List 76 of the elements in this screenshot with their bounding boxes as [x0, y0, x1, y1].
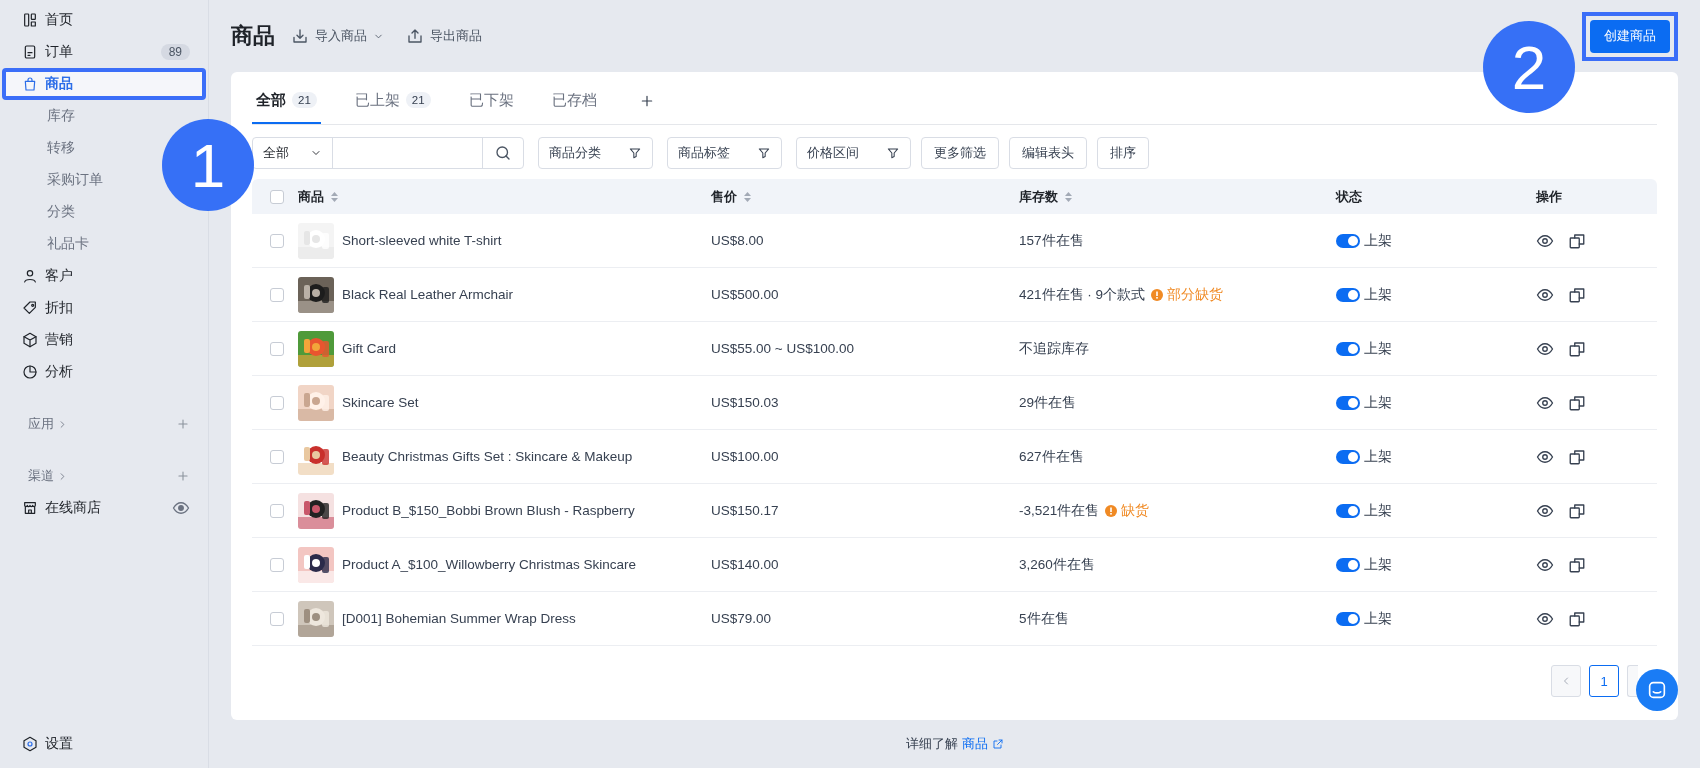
filter-tab[interactable]: 已下架 — [464, 78, 518, 124]
page-title: 商品 — [231, 22, 275, 50]
sidebar-item[interactable]: 商品 — [2, 68, 206, 100]
table-cell: US$79.00 — [711, 611, 772, 626]
sidebar-subitem[interactable]: 分类 — [2, 196, 83, 228]
status-text: 上架 — [1364, 447, 1392, 466]
filter-tab[interactable]: 已存档 — [547, 78, 601, 124]
sidebar-subitem[interactable]: 库存 — [2, 100, 83, 132]
table-cell: US$500.00 — [711, 287, 779, 302]
table-cell: 157件在售 — [1019, 231, 1084, 250]
column-header: 售价 — [711, 187, 737, 206]
toolbar-button[interactable]: 编辑表头 — [1009, 137, 1087, 169]
sidebar-item[interactable]: 设置 — [2, 728, 206, 760]
sidebar-item[interactable]: 折扣 — [2, 292, 206, 324]
product-name[interactable]: [D001] Bohemian Summer Wrap Dress — [342, 611, 576, 626]
count-badge: 21 — [292, 92, 317, 108]
product-name[interactable]: Beauty Christmas Gifts Set : Skincare & Makeup — [342, 449, 633, 464]
sidebar-item[interactable]: 营销 — [2, 324, 206, 356]
status-text: 上架 — [1364, 501, 1392, 520]
table-cell: 421件在售 · 9个款式 — [1019, 285, 1146, 304]
sidebar-subitem[interactable]: 礼品卡 — [2, 228, 97, 260]
sidebar-item[interactable]: 在线商店 — [2, 492, 206, 524]
page-button[interactable]: 1 — [1589, 665, 1619, 697]
table-cell: 不追踪库存 — [1019, 339, 1089, 358]
step-marker: 2 — [1483, 21, 1575, 113]
table-cell: US$55.00 ~ US$100.00 — [711, 341, 854, 356]
toolbar-button[interactable]: 排序 — [1097, 137, 1149, 169]
filter-dropdown[interactable]: 商品分类 — [538, 137, 653, 169]
status-text: 上架 — [1364, 339, 1392, 358]
table-cell: US$140.00 — [711, 557, 779, 572]
count-badge: 89 — [160, 44, 190, 60]
warning-text: 部分缺货 — [1167, 285, 1224, 304]
column-header: 库存数 — [1019, 187, 1058, 206]
toolbar-action[interactable]: 导出商品 — [406, 27, 482, 45]
table-cell: 29件在售 — [1019, 393, 1077, 412]
table-cell: US$100.00 — [711, 449, 779, 464]
product-name[interactable]: Product A_$100_Willowberry Christmas Skincare — [342, 557, 637, 572]
table-cell: 3,260件在售 — [1019, 555, 1095, 574]
product-name[interactable]: Black Real Leather Armchair — [342, 287, 514, 302]
create-product-button[interactable]: 创建商品 — [1590, 19, 1670, 53]
filter-tab[interactable]: 全部 21 — [252, 78, 321, 124]
status-text: 上架 — [1364, 393, 1392, 412]
footer-text: 详细了解 — [905, 735, 958, 753]
column-header: 商品 — [298, 187, 324, 206]
toolbar-button[interactable]: 更多筛选 — [921, 137, 999, 169]
count-badge: 21 — [405, 92, 431, 108]
sidebar-subitem[interactable]: 转移 — [2, 132, 83, 164]
product-name[interactable]: Gift Card — [342, 341, 396, 356]
status-text: 上架 — [1364, 609, 1392, 628]
column-header: 状态 — [1336, 187, 1362, 206]
section-label[interactable]: 渠道 — [28, 467, 54, 485]
status-text: 上架 — [1364, 285, 1392, 304]
filter-tab[interactable]: 已上架 21 — [350, 78, 435, 124]
sidebar-item[interactable]: 分析 — [2, 356, 206, 388]
status-text: 上架 — [1364, 555, 1392, 574]
sidebar-item[interactable]: 订单 89 — [2, 36, 206, 68]
table-cell: 5件在售 — [1019, 609, 1069, 628]
table-cell: US$150.17 — [711, 503, 779, 518]
section-label[interactable]: 应用 — [28, 415, 54, 433]
table-cell: 627件在售 — [1019, 447, 1084, 466]
filter-dropdown[interactable]: 商品标签 — [667, 137, 782, 169]
filter-dropdown[interactable]: 价格区间 — [796, 137, 911, 169]
table-cell: US$8.00 — [711, 233, 764, 248]
toolbar-action[interactable]: 导入商品 — [291, 27, 384, 45]
warning-text: 缺货 — [1121, 501, 1150, 520]
product-name[interactable]: Skincare Set — [342, 395, 419, 410]
product-name[interactable]: Short-sleeved white T-shirt — [342, 233, 502, 248]
column-header: 操作 — [1536, 187, 1562, 206]
table-cell: US$150.03 — [711, 395, 779, 410]
sidebar-item[interactable]: 首页 — [2, 4, 206, 36]
sidebar-item[interactable]: 客户 — [2, 260, 206, 292]
help-link[interactable]: 商品 — [961, 735, 1004, 753]
sidebar-subitem[interactable]: 采购订单 — [2, 164, 111, 196]
status-text: 上架 — [1364, 231, 1392, 250]
table-cell: -3,521件在售 — [1019, 501, 1100, 520]
product-name[interactable]: Product B_$150_Bobbi Brown Blush - Raspberry — [342, 503, 635, 518]
